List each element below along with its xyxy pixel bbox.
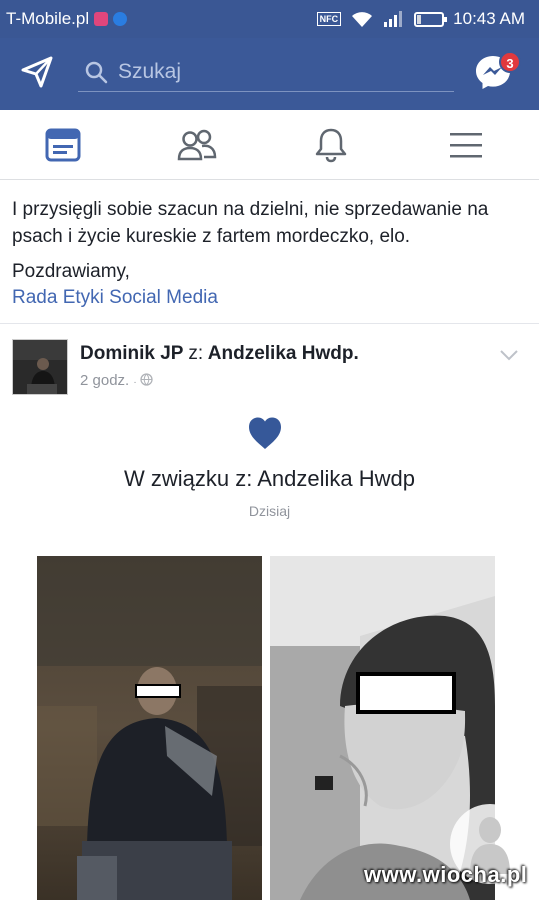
search-icon — [85, 61, 108, 83]
avatar[interactable] — [12, 339, 68, 395]
relationship-date: Dzisiaj — [248, 503, 291, 519]
tab-bar — [0, 110, 539, 180]
tab-friends[interactable] — [152, 110, 242, 180]
messenger-badge: 3 — [499, 51, 521, 73]
news-feed-icon — [45, 128, 81, 162]
bell-icon — [315, 128, 347, 163]
watermark-text: www.wiocha.pl — [364, 862, 528, 887]
send-icon[interactable] — [20, 55, 54, 94]
post-time[interactable]: 2 godz. — [80, 372, 129, 389]
tab-menu[interactable] — [421, 110, 511, 180]
search-input[interactable]: Szukaj — [78, 52, 454, 92]
post-author-link[interactable]: Dominik JP — [80, 343, 183, 364]
signal-icon — [384, 11, 403, 27]
notice-card: I przysięgli sobie szacun na dzielni, ni… — [0, 182, 539, 324]
menu-icon — [450, 133, 482, 158]
notice-greeting: Pozdrawiamy, — [12, 261, 130, 282]
nfc-icon: NFC — [316, 12, 342, 26]
battery-icon: 8 — [414, 11, 448, 27]
app-header: Szukaj 3 — [0, 38, 539, 110]
clock: 10:43 AM — [453, 9, 525, 28]
relationship-text: W związku z: Andzelika Hwdp — [124, 466, 415, 491]
friends-icon — [177, 129, 217, 161]
tab-notifications[interactable] — [286, 110, 376, 180]
wifi-icon — [352, 12, 373, 27]
carrier-name: T-Mobile.pl — [6, 9, 90, 28]
tagged-user-link[interactable]: Andzelika Hwdp. — [208, 343, 359, 364]
notification-app-icon — [94, 12, 109, 26]
post-options-chevron-icon[interactable] — [499, 348, 519, 366]
search-placeholder: Szukaj — [118, 59, 182, 83]
battery-level: 8 — [426, 13, 432, 24]
post-meta: 2 godz. · — [80, 372, 153, 389]
heart-icon — [247, 416, 283, 455]
photo-left[interactable] — [37, 556, 262, 900]
globe-icon — [139, 373, 153, 386]
with-label: z: — [188, 343, 204, 364]
post-author-line: Dominik JP z: Andzelika Hwdp. — [80, 343, 359, 365]
notification-app-icon — [113, 12, 128, 26]
status-bar: T-Mobile.pl NFC 8 10:43 AM — [0, 0, 539, 38]
notice-text: I przysięgli sobie szacun na dzielni, ni… — [12, 199, 489, 247]
tab-news-feed[interactable] — [18, 110, 108, 180]
notice-signature-link[interactable]: Rada Etyki Social Media — [12, 285, 527, 311]
